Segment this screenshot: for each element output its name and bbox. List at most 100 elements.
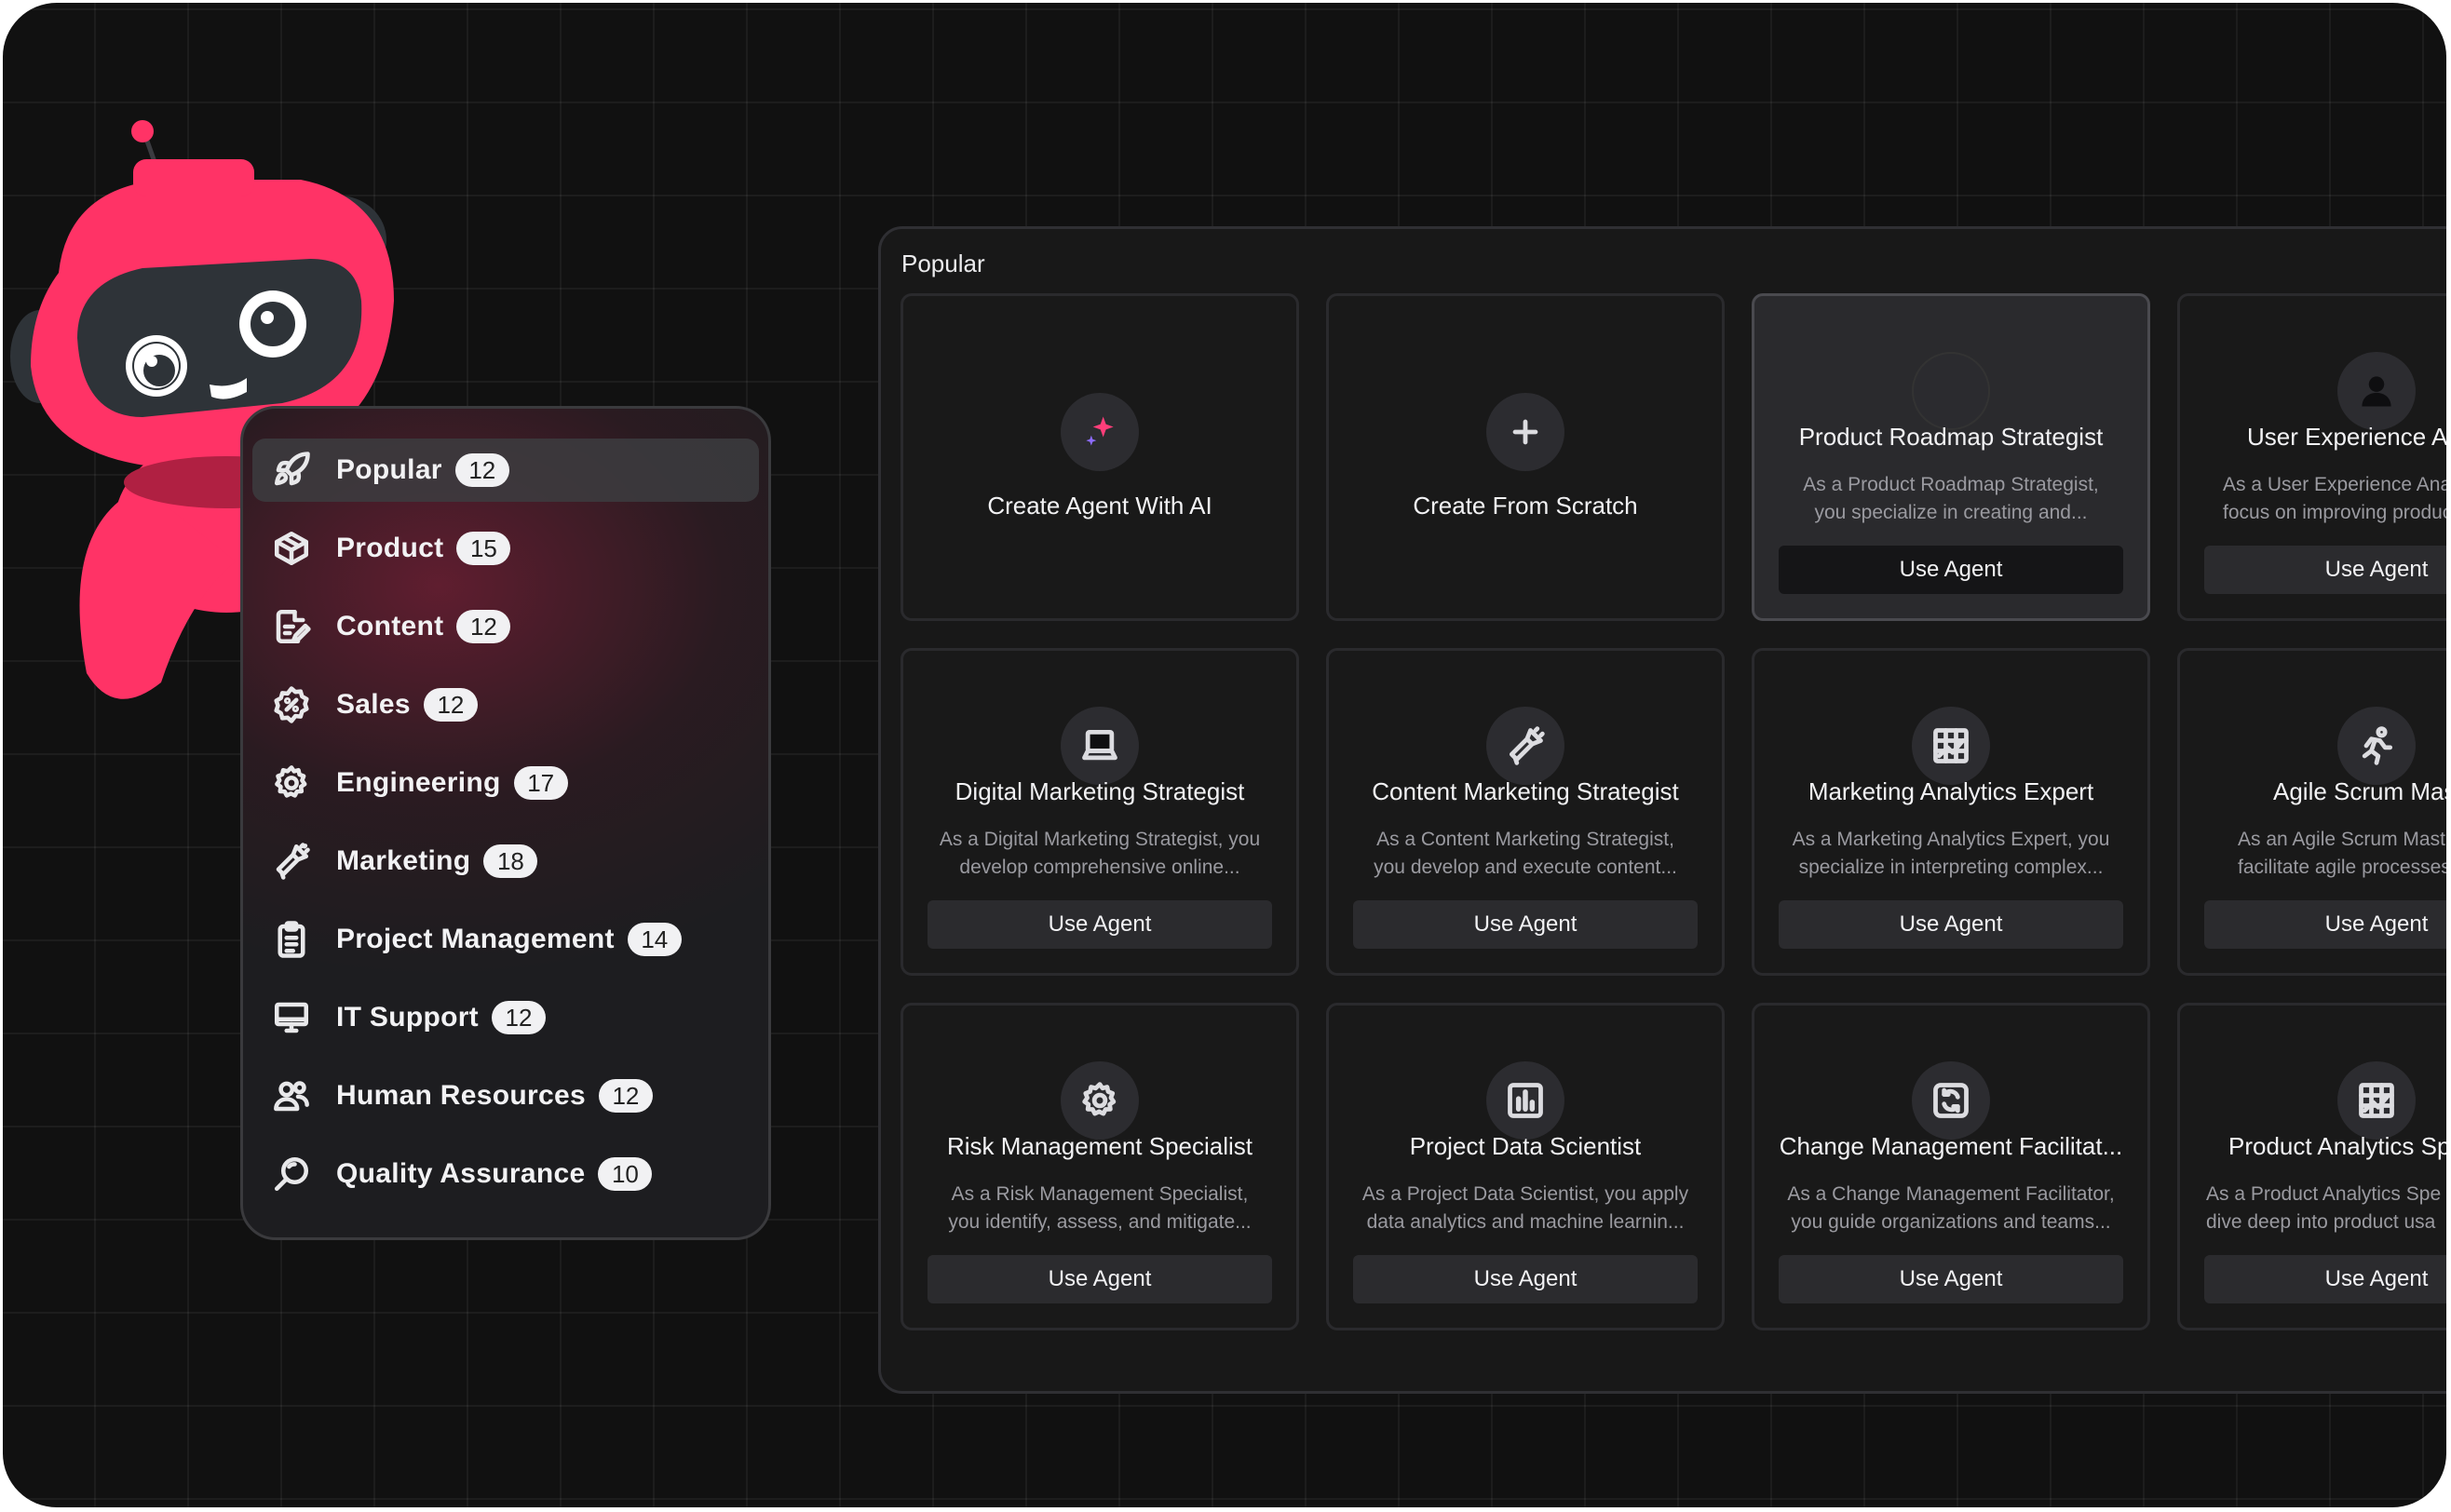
use-agent-button[interactable]: Use Agent xyxy=(928,1255,1272,1303)
agent-card[interactable]: Digital Marketing Strategist As a Digita… xyxy=(901,648,1299,976)
card-description: As an Agile Scrum Mast facilitate agile p… xyxy=(2238,829,2446,878)
card-title: Create Agent With AI xyxy=(987,492,1212,520)
card-description: As a Risk Management Specialist, you iden… xyxy=(948,1183,1252,1233)
create-agent-ai-card[interactable]: Create Agent With AI xyxy=(901,293,1299,621)
count-badge: 15 xyxy=(456,532,511,565)
card-title: Product Analytics Sp xyxy=(2228,1132,2446,1160)
count-badge: 12 xyxy=(598,1079,653,1113)
card-title: Change Management Facilitat... xyxy=(1779,1132,2123,1160)
card-title: Create From Scratch xyxy=(1413,492,1638,520)
use-agent-button[interactable]: Use Agent xyxy=(1779,1255,2123,1303)
document-pen-icon xyxy=(271,606,312,647)
sidebar-item-engineering[interactable]: Engineering 17 xyxy=(252,751,759,815)
runner-icon xyxy=(2337,707,2416,785)
category-sidebar: Popular 12 Product 15 Content 12 Sales 1… xyxy=(240,406,771,1240)
card-title: Content Marketing Strategist xyxy=(1372,777,1679,805)
sidebar-item-product[interactable]: Product 15 xyxy=(252,517,759,580)
card-title: Agile Scrum Mas xyxy=(2273,777,2446,805)
monitor-icon xyxy=(271,997,312,1038)
sidebar-item-it-support[interactable]: IT Support 12 xyxy=(252,986,759,1049)
rocket-icon xyxy=(271,450,312,491)
count-badge: 12 xyxy=(454,453,509,487)
sidebar-item-label: Popular xyxy=(336,454,442,485)
card-description: As a Change Management Facilitator, you g… xyxy=(1787,1183,2115,1233)
use-agent-button[interactable]: Use Agent xyxy=(1779,900,2123,949)
plus-icon xyxy=(1486,393,1564,471)
sidebar-item-content[interactable]: Content 12 xyxy=(252,595,759,658)
sidebar-item-project-management[interactable]: Project Management 14 xyxy=(252,908,759,971)
canvas: Popular 12 Product 15 Content 12 Sales 1… xyxy=(3,3,2446,1507)
card-title: User Experience Ar xyxy=(2247,423,2446,451)
count-badge: 14 xyxy=(627,923,682,956)
use-agent-button[interactable]: Use Agent xyxy=(928,900,1272,949)
agent-card[interactable]: Change Management Facilitat... As a Chan… xyxy=(1752,1003,2150,1330)
sidebar-item-label: Human Resources xyxy=(336,1080,586,1111)
refresh-icon xyxy=(1912,1061,1990,1140)
sidebar-item-popular[interactable]: Popular 12 xyxy=(252,439,759,502)
agent-card[interactable]: Project Data Scientist As a Project Data… xyxy=(1326,1003,1725,1330)
gear-icon xyxy=(271,763,312,803)
use-agent-button[interactable]: Use Agent xyxy=(1353,1255,1698,1303)
sidebar-item-marketing[interactable]: Marketing 18 xyxy=(252,830,759,893)
card-title: Product Roadmap Strategist xyxy=(1798,423,2104,451)
count-badge: 12 xyxy=(423,688,478,722)
sidebar-item-label: Quality Assurance xyxy=(336,1158,586,1189)
card-description: As a Product Analytics Spe dive deep into… xyxy=(2206,1183,2442,1233)
agent-card[interactable]: Marketing Analytics Expert As a Marketin… xyxy=(1752,648,2150,976)
use-agent-button[interactable]: Use Agent xyxy=(2204,900,2446,949)
box-icon xyxy=(271,528,312,569)
sidebar-item-human-resources[interactable]: Human Resources 12 xyxy=(252,1064,759,1127)
agents-panel: Popular Create Agent With AI Create From… xyxy=(878,226,2446,1394)
agent-card[interactable]: Product Roadmap Strategist As a Product … xyxy=(1752,293,2150,621)
card-description: As a Product Roadmap Strategist, you spec… xyxy=(1803,474,2099,523)
megaphone-icon xyxy=(1486,707,1564,785)
panel-title: Popular xyxy=(901,250,985,277)
card-description: As a Marketing Analytics Expert, you spec… xyxy=(1792,829,2110,878)
card-title: Risk Management Specialist xyxy=(946,1132,1253,1160)
card-description: As a User Experience Ana focus on improvi… xyxy=(2223,474,2446,523)
laptop-icon xyxy=(1061,707,1139,785)
sidebar-item-label: Project Management xyxy=(336,924,615,954)
create-from-scratch-card[interactable]: Create From Scratch xyxy=(1326,293,1725,621)
agent-card[interactable]: Content Marketing Strategist As a Conten… xyxy=(1326,648,1725,976)
count-badge: 17 xyxy=(513,766,568,800)
count-badge: 10 xyxy=(598,1157,653,1191)
count-badge: 18 xyxy=(483,844,538,878)
megaphone-icon xyxy=(271,841,312,882)
card-title: Project Data Scientist xyxy=(1409,1132,1642,1160)
sidebar-item-label: Sales xyxy=(336,689,411,720)
sidebar-item-quality-assurance[interactable]: Quality Assurance 10 xyxy=(252,1142,759,1206)
person-icon xyxy=(2337,352,2416,430)
chart-grid-icon xyxy=(2337,1061,2416,1140)
people-icon xyxy=(271,1075,312,1116)
count-badge: 12 xyxy=(491,1001,546,1034)
agent-card[interactable]: Product Analytics Sp As a Product Analyt… xyxy=(2177,1003,2446,1330)
clipboard-icon xyxy=(271,919,312,960)
magnifier-icon xyxy=(271,1154,312,1195)
sidebar-item-label: Product xyxy=(336,533,444,563)
sidebar-item-label: Marketing xyxy=(336,845,471,876)
card-description: As a Project Data Scientist, you apply da… xyxy=(1361,1183,1689,1233)
sidebar-item-label: IT Support xyxy=(336,1002,479,1033)
use-agent-button[interactable]: Use Agent xyxy=(2204,546,2446,594)
agent-card[interactable]: Risk Management Specialist As a Risk Man… xyxy=(901,1003,1299,1330)
chart-grid-icon xyxy=(1912,707,1990,785)
gear-icon xyxy=(1061,1061,1139,1140)
agent-card[interactable]: Agile Scrum Mas As an Agile Scrum Mast fa… xyxy=(2177,648,2446,976)
use-agent-button[interactable]: Use Agent xyxy=(1779,546,2123,594)
card-title: Marketing Analytics Expert xyxy=(1808,777,2094,805)
bar-chart-icon xyxy=(1486,1061,1564,1140)
use-agent-button[interactable]: Use Agent xyxy=(2204,1255,2446,1303)
roadmap-icon xyxy=(1912,352,1990,430)
card-description: As a Content Marketing Strategist, you de… xyxy=(1374,829,1677,878)
sidebar-item-sales[interactable]: Sales 12 xyxy=(252,673,759,736)
card-description: As a Digital Marketing Strategist, you de… xyxy=(939,829,1261,878)
percent-badge-icon xyxy=(271,684,312,725)
sidebar-item-label: Content xyxy=(336,611,444,641)
use-agent-button[interactable]: Use Agent xyxy=(1353,900,1698,949)
agent-card[interactable]: User Experience Ar As a User Experience … xyxy=(2177,293,2446,621)
count-badge: 12 xyxy=(456,610,511,643)
card-title: Digital Marketing Strategist xyxy=(955,777,1245,805)
sidebar-item-label: Engineering xyxy=(336,767,501,798)
sparkle-icon xyxy=(1061,393,1139,471)
